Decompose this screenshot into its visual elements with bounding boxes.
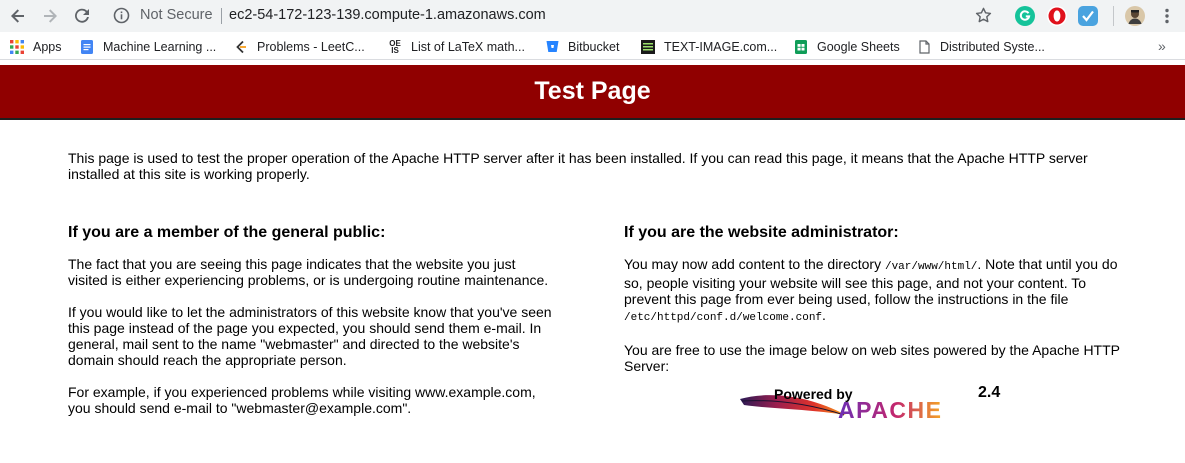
check-extension-icon[interactable] <box>1078 6 1098 26</box>
security-label[interactable]: Not Secure <box>140 7 213 24</box>
oeis-glyph-bottom: IS <box>391 45 399 55</box>
checkmark-icon <box>1082 10 1094 22</box>
page-icon <box>917 39 931 54</box>
info-icon[interactable] <box>113 7 130 24</box>
forward-button[interactable] <box>38 4 62 28</box>
public-heading: If you are a member of the general publi… <box>68 224 386 241</box>
content-directory-path: /var/www/html/ <box>884 261 978 273</box>
bookmarks-bar: Apps Machine Learning ... Problems - Lee… <box>0 32 1185 60</box>
reload-icon <box>75 8 89 23</box>
bookmark-label: Problems - LeetC... <box>257 39 365 54</box>
public-paragraph-3: For example, if you experienced problems… <box>68 384 536 416</box>
welcome-conf-path: /etc/httpd/conf.d/welcome.conf <box>624 312 823 324</box>
bookmark-latex[interactable]: OE IS List of LaTeX math... <box>388 38 525 55</box>
address-bar[interactable]: Not Secure ec2-54-172-123-139.compute-1.… <box>103 2 1003 29</box>
public-paragraph-1: The fact that you are seeing this page i… <box>68 256 549 288</box>
bookmark-label: TEXT-IMAGE.com... <box>664 39 778 54</box>
admin-section: If you are the website administrator: Yo… <box>624 224 1124 390</box>
bookmark-bitbucket[interactable]: Bitbucket <box>545 38 619 55</box>
opera-extension-icon[interactable] <box>1047 6 1067 26</box>
bookmark-label: Machine Learning ... <box>103 39 217 54</box>
bookmark-label: Apps <box>33 39 62 54</box>
admin-paragraph-1: You may now add content to the directory… <box>624 256 1124 326</box>
bookmark-label: List of LaTeX math... <box>411 39 525 54</box>
forward-arrow-icon <box>44 9 57 23</box>
back-arrow-icon <box>11 9 24 23</box>
kebab-menu-icon <box>1165 8 1169 24</box>
bookmark-apps[interactable]: Apps <box>10 38 62 55</box>
leetcode-icon <box>234 40 248 54</box>
bookmark-label: Distributed Syste... <box>940 39 1045 54</box>
url-text[interactable]: ec2-54-172-123-139.compute-1.amazonaws.c… <box>229 7 546 24</box>
profile-avatar[interactable] <box>1125 6 1145 26</box>
google-sheets-icon <box>794 39 808 54</box>
powered-by-apache-logo: Powered by 2.4 APACHE <box>738 383 1006 423</box>
grammarly-glyph-icon <box>1019 10 1031 21</box>
avatar-icon <box>1128 10 1142 24</box>
admin-paragraph-2: You are free to use the image below on w… <box>624 342 1120 374</box>
browser-toolbar: Not Secure ec2-54-172-123-139.compute-1.… <box>0 0 1185 32</box>
omnibox-divider <box>221 8 222 24</box>
bookmark-label: Google Sheets <box>817 39 900 54</box>
oeis-icon: OE IS <box>388 39 402 55</box>
text-image-icon <box>641 39 655 54</box>
apache-wordmark: APACHE <box>838 397 942 423</box>
bookmark-google-sheets[interactable]: Google Sheets <box>794 38 900 55</box>
intro-paragraph: This page is used to test the proper ope… <box>68 150 1088 182</box>
opera-glyph-icon <box>1048 7 1066 25</box>
apps-grid-icon <box>10 39 24 54</box>
bookmark-star-icon[interactable] <box>974 6 993 25</box>
bookmark-leetcode[interactable]: Problems - LeetC... <box>234 38 365 55</box>
page-banner: Test Page <box>0 65 1185 120</box>
public-paragraph-2: If you would like to let the administrat… <box>68 304 552 368</box>
admin-text: You may now add content to the directory <box>624 256 885 272</box>
browser-menu-button[interactable] <box>1155 4 1179 28</box>
back-button[interactable] <box>6 4 30 28</box>
public-section: If you are a member of the general publi… <box>68 224 558 432</box>
apache-wordmark-text: APACHE <box>838 397 942 423</box>
bookmark-text-image[interactable]: TEXT-IMAGE.com... <box>641 38 777 55</box>
bookmark-label: Bitbucket <box>568 39 620 54</box>
bookmark-machine-learning[interactable]: Machine Learning ... <box>80 38 216 55</box>
page-title: Test Page <box>534 77 651 105</box>
toolbar-divider <box>1113 6 1114 26</box>
admin-heading: If you are the website administrator: <box>624 224 899 241</box>
admin-text: . <box>822 307 826 323</box>
reload-button[interactable] <box>70 4 94 28</box>
bookmark-distributed-systems[interactable]: Distributed Syste... <box>917 38 1045 55</box>
more-bookmarks-button[interactable]: » <box>1158 38 1166 54</box>
grammarly-extension-icon[interactable] <box>1015 6 1035 26</box>
bitbucket-icon <box>545 40 559 54</box>
google-docs-icon <box>80 39 94 54</box>
